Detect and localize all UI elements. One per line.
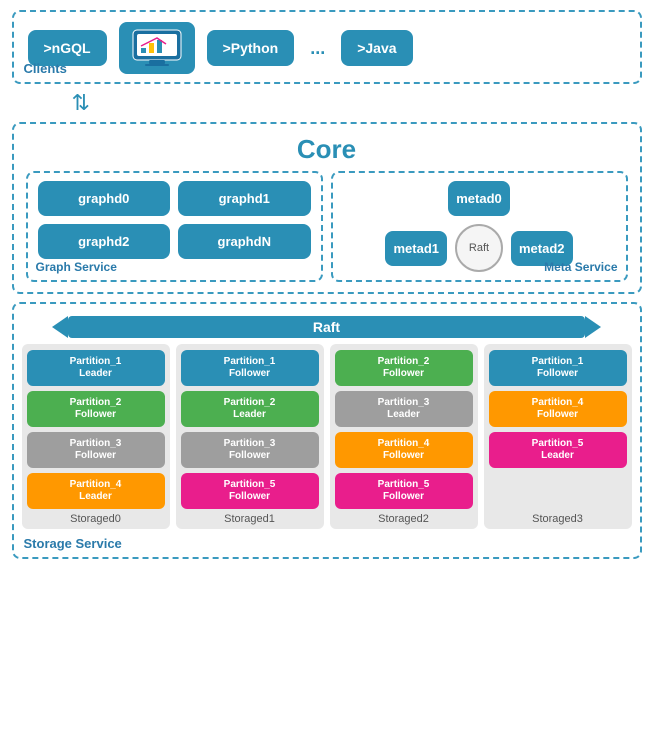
core-title: Core bbox=[26, 134, 628, 165]
s0-p3-follower: Partition_3Follower bbox=[27, 432, 165, 468]
metad0-box: metad0 bbox=[448, 181, 510, 216]
s2-p5-follower: Partition_5Follower bbox=[335, 473, 473, 509]
dots: ... bbox=[310, 38, 325, 59]
clients-section: >nGQL >Python ... >Java bbox=[12, 10, 642, 84]
s3-p1-follower: Partition_1Follower bbox=[489, 350, 627, 386]
graphd1-box: graphd1 bbox=[178, 181, 311, 216]
arrow-left bbox=[52, 316, 68, 338]
raft-label: Raft bbox=[68, 316, 585, 338]
raft-circle: Raft bbox=[455, 224, 503, 272]
storaged2-col: Partition_2Follower Partition_3Leader Pa… bbox=[330, 344, 478, 529]
s1-p1-follower: Partition_1Follower bbox=[181, 350, 319, 386]
storaged2-label: Storaged2 bbox=[378, 513, 429, 525]
clients-label: Clients bbox=[24, 61, 67, 76]
raft-arrow-row: Raft bbox=[22, 316, 632, 338]
bidirectional-arrow: ⇅ bbox=[72, 92, 90, 114]
core-inner: graphd0 graphd1 graphd2 graphdN Graph Se… bbox=[26, 171, 628, 282]
java-client: >Java bbox=[341, 30, 412, 66]
metad1-box: metad1 bbox=[385, 231, 447, 266]
double-arrow: ⇅ bbox=[72, 92, 90, 114]
monitor-client bbox=[119, 22, 195, 74]
main-container: >nGQL >Python ... >Java bbox=[12, 10, 642, 559]
monitor-icon bbox=[131, 28, 183, 68]
s3-p5-leader: Partition_5Leader bbox=[489, 432, 627, 468]
graphd0-box: graphd0 bbox=[38, 181, 171, 216]
s0-p2-follower: Partition_2Follower bbox=[27, 391, 165, 427]
s3-p4-follower: Partition_4Follower bbox=[489, 391, 627, 427]
graphdN-box: graphdN bbox=[178, 224, 311, 259]
s2-p2-follower: Partition_2Follower bbox=[335, 350, 473, 386]
raft-arrow: Raft bbox=[52, 316, 601, 338]
s0-p4-leader: Partition_4Leader bbox=[27, 473, 165, 509]
arrow-right bbox=[585, 316, 601, 338]
storaged3-col: Partition_1Follower Partition_4Follower … bbox=[484, 344, 632, 529]
core-section: Core graphd0 graphd1 graphd2 graphdN Gra… bbox=[12, 122, 642, 294]
arrow-container: ⇅ bbox=[12, 92, 642, 114]
s1-p2-leader: Partition_2Leader bbox=[181, 391, 319, 427]
meta-row-top: metad0 bbox=[343, 181, 616, 216]
meta-service-label: Meta Service bbox=[544, 260, 617, 274]
storage-service-label: Storage Service bbox=[24, 536, 122, 551]
python-client: >Python bbox=[207, 30, 295, 66]
meta-service: metad0 metad1 Raft metad2 Meta Service bbox=[331, 171, 628, 282]
s2-p4-follower: Partition_4Follower bbox=[335, 432, 473, 468]
meta-grid: metad0 metad1 Raft metad2 bbox=[343, 181, 616, 272]
s1-p3-follower: Partition_3Follower bbox=[181, 432, 319, 468]
graph-service: graphd0 graphd1 graphd2 graphdN Graph Se… bbox=[26, 171, 323, 282]
s1-p5-follower: Partition_5Follower bbox=[181, 473, 319, 509]
storaged1-label: Storaged1 bbox=[224, 513, 275, 525]
storaged3-label: Storaged3 bbox=[532, 513, 583, 525]
graph-service-label: Graph Service bbox=[36, 260, 117, 274]
s0-p1-leader: Partition_1Leader bbox=[27, 350, 165, 386]
graphd2-box: graphd2 bbox=[38, 224, 171, 259]
storaged1-col: Partition_1Follower Partition_2Leader Pa… bbox=[176, 344, 324, 529]
storaged0-col: Partition_1Leader Partition_2Follower Pa… bbox=[22, 344, 170, 529]
clients-row: >nGQL >Python ... >Java bbox=[28, 22, 626, 74]
graph-grid: graphd0 graphd1 graphd2 graphdN bbox=[38, 181, 311, 259]
s2-p3-leader: Partition_3Leader bbox=[335, 391, 473, 427]
storaged0-label: Storaged0 bbox=[70, 513, 121, 525]
storage-section: Raft Partition_1Leader Partition_2Follow… bbox=[12, 302, 642, 559]
storage-grid: Partition_1Leader Partition_2Follower Pa… bbox=[22, 344, 632, 529]
